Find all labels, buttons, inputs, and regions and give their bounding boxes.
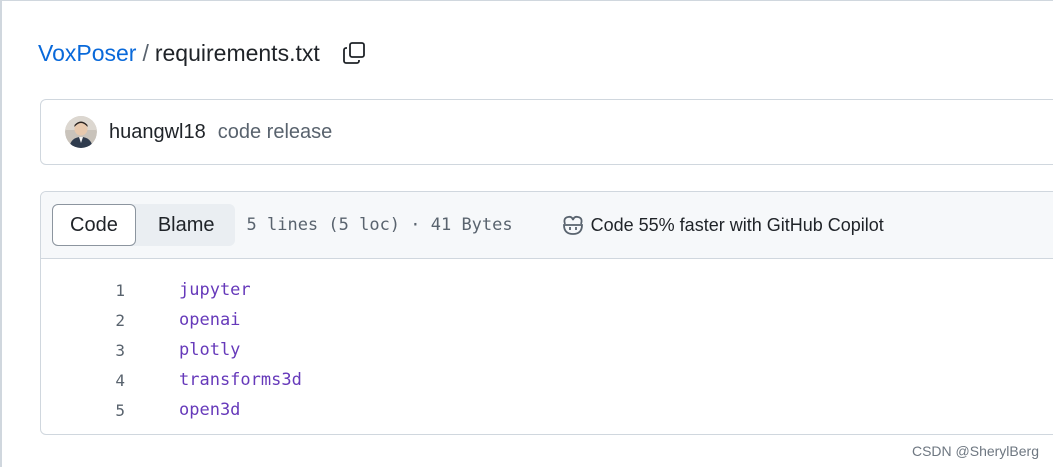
copilot-text: Code 55% faster with GitHub Copilot	[590, 214, 884, 235]
line-number[interactable]: 5	[41, 401, 125, 420]
avatar[interactable]	[65, 116, 97, 148]
file-name: requirements.txt	[154, 39, 320, 66]
view-toggle: Code Blame	[52, 204, 235, 246]
blame-tab[interactable]: Blame	[136, 204, 235, 246]
repo-link[interactable]: VoxPoser	[38, 40, 136, 67]
copy-path-button[interactable]	[340, 39, 368, 67]
line-content: openai	[179, 310, 241, 330]
line-number[interactable]: 3	[41, 341, 125, 360]
code-line: 1 jupyter	[41, 275, 1053, 305]
file-meta: 5 lines (5 loc) · 41 Bytes	[246, 215, 513, 235]
breadcrumb: VoxPoser / requirements.txt	[38, 37, 368, 69]
line-number[interactable]: 4	[41, 371, 125, 390]
copilot-promo-link[interactable]: Code 55% faster with GitHub Copilot	[561, 214, 884, 236]
commit-author-link[interactable]: huangwl18	[109, 121, 206, 144]
page: VoxPoser / requirements.txt huangwl18 co…	[0, 0, 1053, 467]
line-content: plotly	[179, 340, 241, 360]
code-area: 1 jupyter 2 openai 3 plotly 4 transforms…	[41, 259, 1053, 425]
latest-commit-box: huangwl18 code release	[40, 99, 1053, 165]
commit-message-link[interactable]: code release	[218, 121, 333, 144]
code-line: 3 plotly	[41, 335, 1053, 365]
code-tab[interactable]: Code	[52, 204, 136, 246]
line-content: open3d	[179, 400, 241, 420]
line-content: jupyter	[179, 280, 251, 300]
line-content: transforms3d	[179, 370, 302, 390]
line-number[interactable]: 2	[41, 311, 125, 330]
code-line: 2 openai	[41, 305, 1053, 335]
code-line: 4 transforms3d	[41, 365, 1053, 395]
file-viewer: Code Blame 5 lines (5 loc) · 41 Bytes Co…	[40, 191, 1053, 435]
copy-icon	[342, 42, 365, 64]
code-line: 5 open3d	[41, 395, 1053, 425]
copilot-icon	[561, 214, 585, 236]
breadcrumb-separator: /	[142, 39, 149, 66]
file-header: Code Blame 5 lines (5 loc) · 41 Bytes Co…	[41, 192, 1053, 259]
watermark: CSDN @SherylBerg	[911, 443, 1039, 459]
line-number[interactable]: 1	[41, 281, 125, 300]
